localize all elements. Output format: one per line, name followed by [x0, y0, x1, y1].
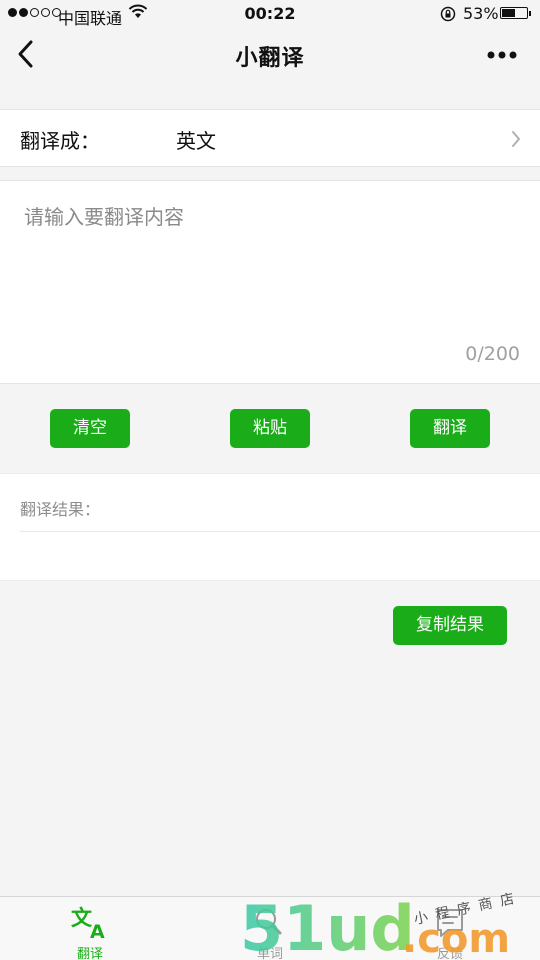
target-language-selector[interactable]: 翻译成： 英文: [0, 109, 540, 167]
status-time: 00:22: [244, 4, 296, 23]
translate-button[interactable]: 翻译: [410, 409, 490, 448]
svg-text:A: A: [90, 921, 105, 941]
paste-button[interactable]: 粘贴: [230, 409, 310, 448]
source-text-input[interactable]: [24, 201, 514, 321]
tab-words[interactable]: 单词: [180, 897, 360, 960]
chevron-right-icon: [510, 130, 522, 152]
result-divider: [20, 531, 540, 532]
tab-translate[interactable]: 文 A 翻译: [0, 897, 180, 960]
translation-result-panel: 翻译结果：: [0, 473, 540, 581]
clear-button[interactable]: 清空: [50, 409, 130, 448]
tab-label-translate: 翻译: [76, 947, 103, 960]
navigation-bar: 小翻译: [0, 28, 540, 82]
feedback-icon: [437, 909, 463, 937]
copy-result-button[interactable]: 复制结果: [393, 606, 507, 645]
target-language-label: 翻译成：: [20, 129, 100, 153]
tab-bar: 文 A 翻译 单词 反馈: [0, 896, 540, 960]
more-button[interactable]: [482, 42, 522, 68]
rotation-lock-icon: [440, 6, 456, 26]
battery-percent: 53%: [463, 4, 499, 23]
tab-feedback[interactable]: 反馈: [360, 897, 540, 960]
battery-icon: [500, 7, 531, 19]
tab-label-feedback: 反馈: [436, 947, 463, 960]
back-button[interactable]: [14, 38, 40, 72]
tab-label-words: 单词: [256, 947, 283, 960]
translation-result-label: 翻译结果：: [20, 500, 101, 519]
page-title: 小翻译: [235, 46, 305, 71]
target-language-value: 英文: [176, 129, 216, 153]
more-dots-icon: [487, 51, 517, 59]
character-counter: 0/200: [465, 343, 520, 365]
translate-icon: 文 A: [71, 906, 105, 941]
chevron-left-icon: [18, 40, 33, 68]
status-bar: 中国联通 00:22 53%: [0, 0, 540, 28]
source-text-panel: 0/200: [0, 180, 540, 384]
mini-translate-screen: 中国联通 00:22 53% 小翻译 翻译成： 英文 请输入要翻译内容 0/20…: [0, 0, 540, 960]
word-icon: [256, 909, 282, 935]
